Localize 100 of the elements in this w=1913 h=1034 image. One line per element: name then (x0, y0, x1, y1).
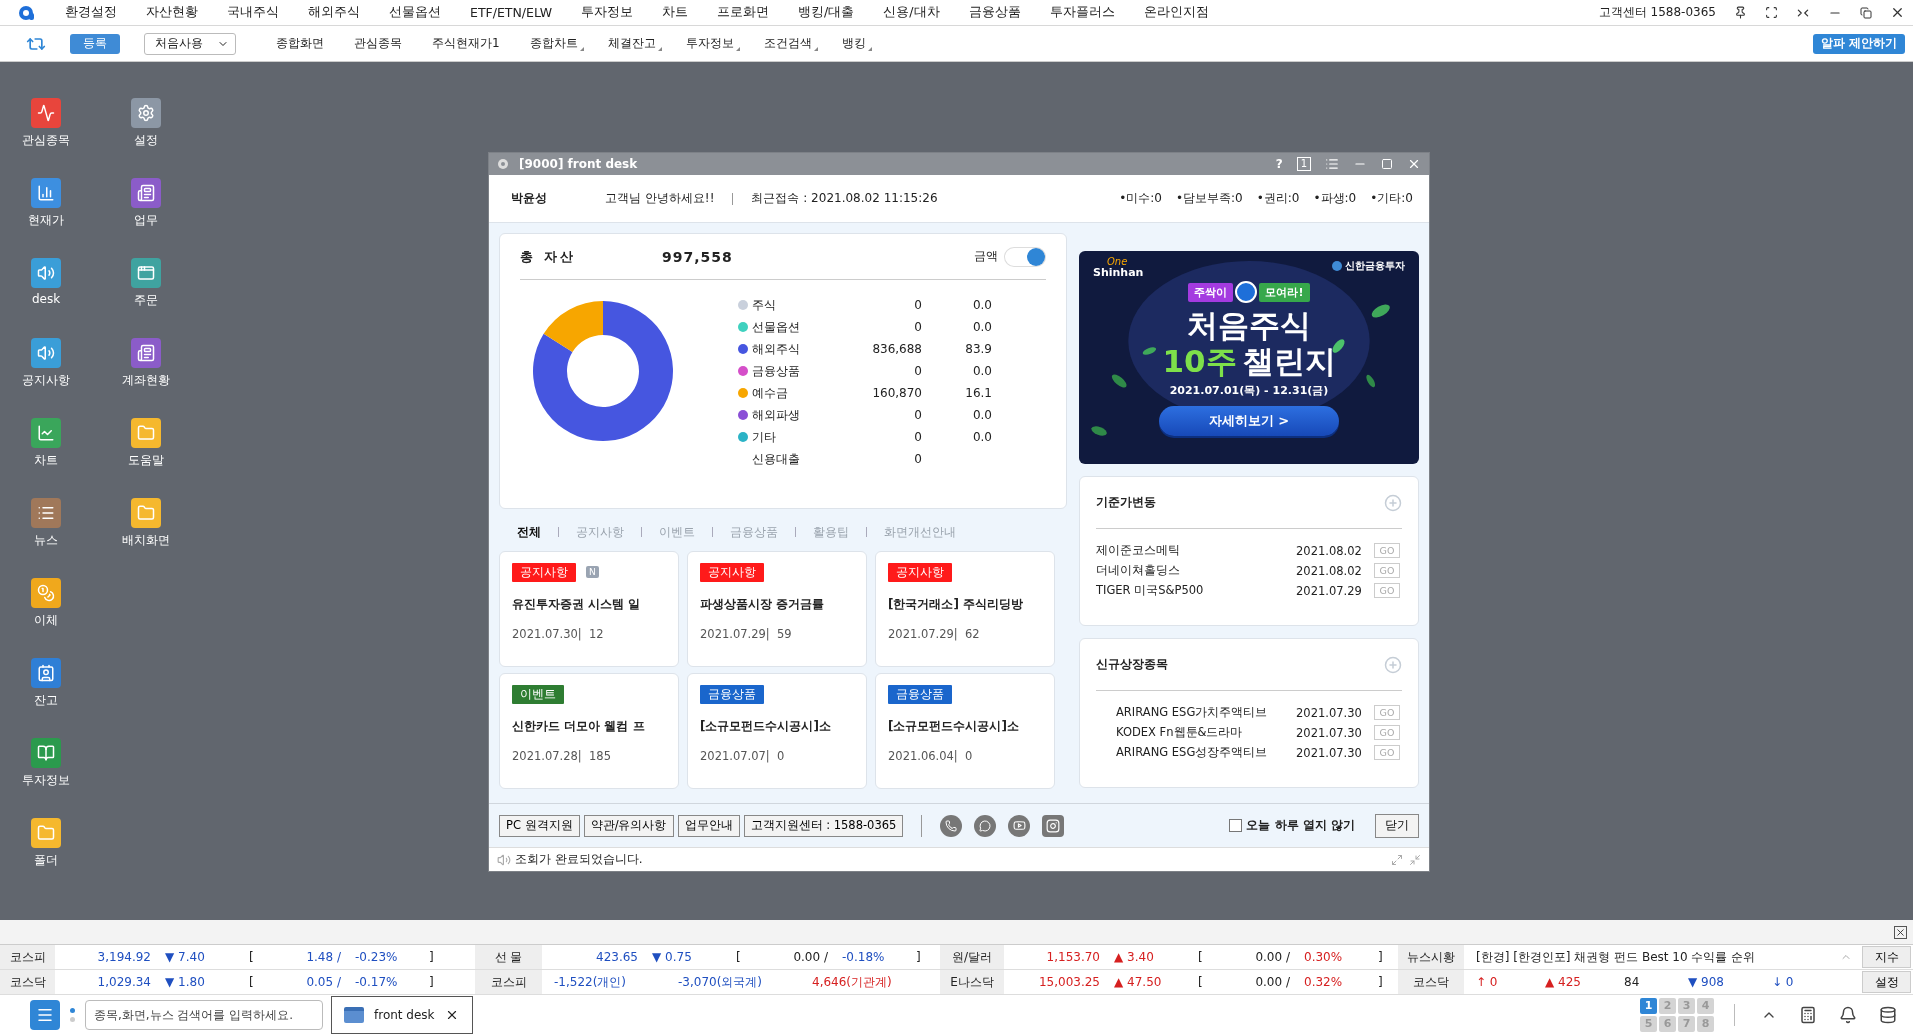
desktop-icon-label[interactable]: 배치화면 (122, 532, 170, 549)
desktop-icon-label[interactable]: desk (31, 292, 61, 306)
toolbar-item[interactable]: 종합화면 (276, 35, 330, 52)
book-icon[interactable] (31, 738, 61, 768)
document-icon[interactable] (131, 338, 161, 368)
help-button[interactable]: ? (1275, 157, 1283, 171)
desktop-icon-label[interactable]: 잔고 (34, 692, 58, 709)
toolbar-item[interactable]: 체결잔고 (607, 35, 662, 52)
notice-card[interactable]: 공지사항 [한국거래소] 주식리딩방 2021.07.29| 62 (875, 551, 1055, 667)
screen-capture-icon[interactable] (1765, 6, 1778, 19)
menu-item[interactable]: 선물옵션 (389, 4, 441, 21)
menu-item[interactable]: 온라인지점 (1143, 4, 1209, 21)
contact-icon[interactable] (31, 658, 61, 688)
notice-card[interactable]: 금융상품 [소규모펀드수시공시]소 2021.06.04| 0 (875, 673, 1055, 789)
menu-button[interactable] (30, 999, 60, 1030)
desktop-icon-label[interactable]: 투자정보 (22, 772, 70, 789)
desktop-icon-label[interactable]: 폴더 (34, 852, 58, 869)
toolbar-item[interactable]: 주식현재가1 (432, 35, 506, 52)
menu-item[interactable]: 신용/대차 (883, 4, 940, 21)
menu-item[interactable]: 투자정보 (581, 4, 634, 21)
menu-item[interactable]: 환경설정 (65, 4, 117, 21)
settings-icon[interactable] (131, 98, 161, 128)
line-chart-icon[interactable] (31, 418, 61, 448)
suggest-button[interactable]: 알파 제안하기 (1812, 33, 1905, 54)
window-icon[interactable] (131, 258, 161, 288)
amount-toggle[interactable] (1004, 246, 1046, 267)
ticker-button[interactable]: 지수 (1862, 946, 1911, 968)
desktop-icon-label[interactable]: 이체 (34, 612, 58, 629)
details-button[interactable]: 자세히보기 > (1159, 406, 1339, 436)
notice-card[interactable]: 공지사항 N 유진투자증권 시스템 일 2021.07.30| 12 (499, 551, 679, 667)
close-icon[interactable] (1894, 925, 1907, 939)
menu-item[interactable]: ETF/ETN/ELW (470, 5, 553, 20)
pin-icon[interactable] (1734, 6, 1747, 19)
register-button[interactable]: 등록 (70, 33, 120, 54)
ticker-button[interactable]: 설정 (1862, 971, 1911, 993)
menu-item[interactable]: 투자플러스 (1049, 4, 1115, 21)
document-icon[interactable] (131, 178, 161, 208)
menu-item[interactable]: 국내주식 (227, 4, 279, 21)
chat-icon[interactable] (974, 814, 997, 837)
folder-icon[interactable] (131, 498, 161, 528)
close-icon[interactable] (1890, 5, 1905, 20)
resize-icon[interactable] (1391, 853, 1403, 866)
desktop-icon-label[interactable]: 차트 (34, 452, 58, 469)
bar-chart-icon[interactable] (31, 178, 61, 208)
desktop-icon-label[interactable]: 설정 (134, 132, 158, 149)
folder-icon[interactable] (31, 818, 61, 848)
list-icon[interactable] (31, 498, 61, 528)
ticker-value: ▲ 3.40 (1114, 950, 1155, 964)
video-play-icon[interactable] (1008, 814, 1031, 837)
menu-item[interactable]: 자산현황 (146, 4, 198, 21)
footer-button[interactable]: 약관/유의사항 (583, 814, 674, 837)
search-field[interactable]: 종목,화면,뉴스 검색어를 입력하세요. (85, 999, 323, 1030)
desktop-icon-label[interactable]: 관심종목 (22, 132, 70, 149)
toolbar-item[interactable]: 관심종목 (354, 35, 408, 52)
card-meta: 2021.06.04| 0 (888, 749, 974, 763)
menu-item[interactable]: 차트 (662, 4, 689, 21)
menu-item[interactable]: 프로화면 (717, 4, 770, 21)
desktop-icon-label[interactable]: 계좌현황 (122, 372, 170, 389)
notice-card[interactable]: 금융상품 [소규모펀드수시공시]소 2021.07.07| 0 (687, 673, 867, 789)
desktop-icon-label[interactable]: 현재가 (28, 212, 64, 229)
desktop-icon-label[interactable]: 업무 (134, 212, 158, 229)
app-logo-icon[interactable] (18, 4, 36, 21)
card-title: 파생상품시장 증거금률 (700, 596, 826, 613)
speaker-icon[interactable] (31, 338, 61, 368)
pulse-icon[interactable] (31, 98, 61, 128)
checkbox-label[interactable]: 오늘 하루 열지 않기 (1246, 817, 1355, 834)
toolbar-item[interactable]: 종합차트 (529, 35, 584, 52)
desktop-icon-label[interactable]: 뉴스 (34, 532, 58, 549)
menu-icon[interactable] (1325, 157, 1339, 171)
company-name: 신한금융투자 (1345, 259, 1405, 273)
screen-number-button[interactable]: 1 (1296, 157, 1311, 171)
footer-button[interactable]: 업무안내 (677, 814, 740, 837)
menu-item[interactable]: 금융상품 (968, 4, 1021, 21)
phone-icon[interactable] (940, 814, 963, 837)
profile-dropdown[interactable]: 처음사용 (144, 32, 236, 55)
checkbox[interactable] (1229, 819, 1243, 832)
menu-item[interactable]: 뱅킹/대출 (798, 4, 855, 21)
open-window-tab[interactable]: front desk (331, 995, 473, 1034)
camera-icon[interactable] (1042, 814, 1065, 837)
footer-button[interactable]: 고객지원센터 : 1588-0365 (743, 814, 904, 837)
toolbar-item[interactable]: 뱅킹 (841, 35, 872, 52)
toolbar-item[interactable]: 투자정보 (685, 35, 740, 52)
category-tab[interactable]: 전체 (517, 523, 541, 541)
menu-item[interactable]: 해외주식 (308, 4, 360, 21)
maximize-icon[interactable] (1381, 158, 1393, 170)
coin-icon[interactable] (31, 578, 61, 608)
shrink-icon[interactable] (1409, 853, 1421, 866)
close-button[interactable]: 닫기 (1375, 813, 1419, 838)
folder-icon[interactable] (131, 418, 161, 448)
ticker-label: 코스닥 (0, 970, 55, 994)
notice-card[interactable]: 이벤트 신한카드 더모아 웰컴 프 2021.07.28| 185 (499, 673, 679, 789)
footer-button[interactable]: PC 원격지원 (499, 814, 580, 837)
toolbar-item[interactable]: 조건검색 (763, 35, 818, 52)
speaker-icon[interactable] (31, 258, 61, 288)
restore-icon[interactable] (1860, 6, 1872, 19)
desktop-icon-label[interactable]: 공지사항 (22, 372, 70, 389)
page-button[interactable]: 1 (1640, 997, 1657, 1014)
desktop-icon-label[interactable]: 도움말 (128, 452, 164, 469)
desktop-icon-label[interactable]: 주문 (134, 292, 158, 309)
notice-card[interactable]: 공지사항 파생상품시장 증거금률 2021.07.29| 59 (687, 551, 867, 667)
